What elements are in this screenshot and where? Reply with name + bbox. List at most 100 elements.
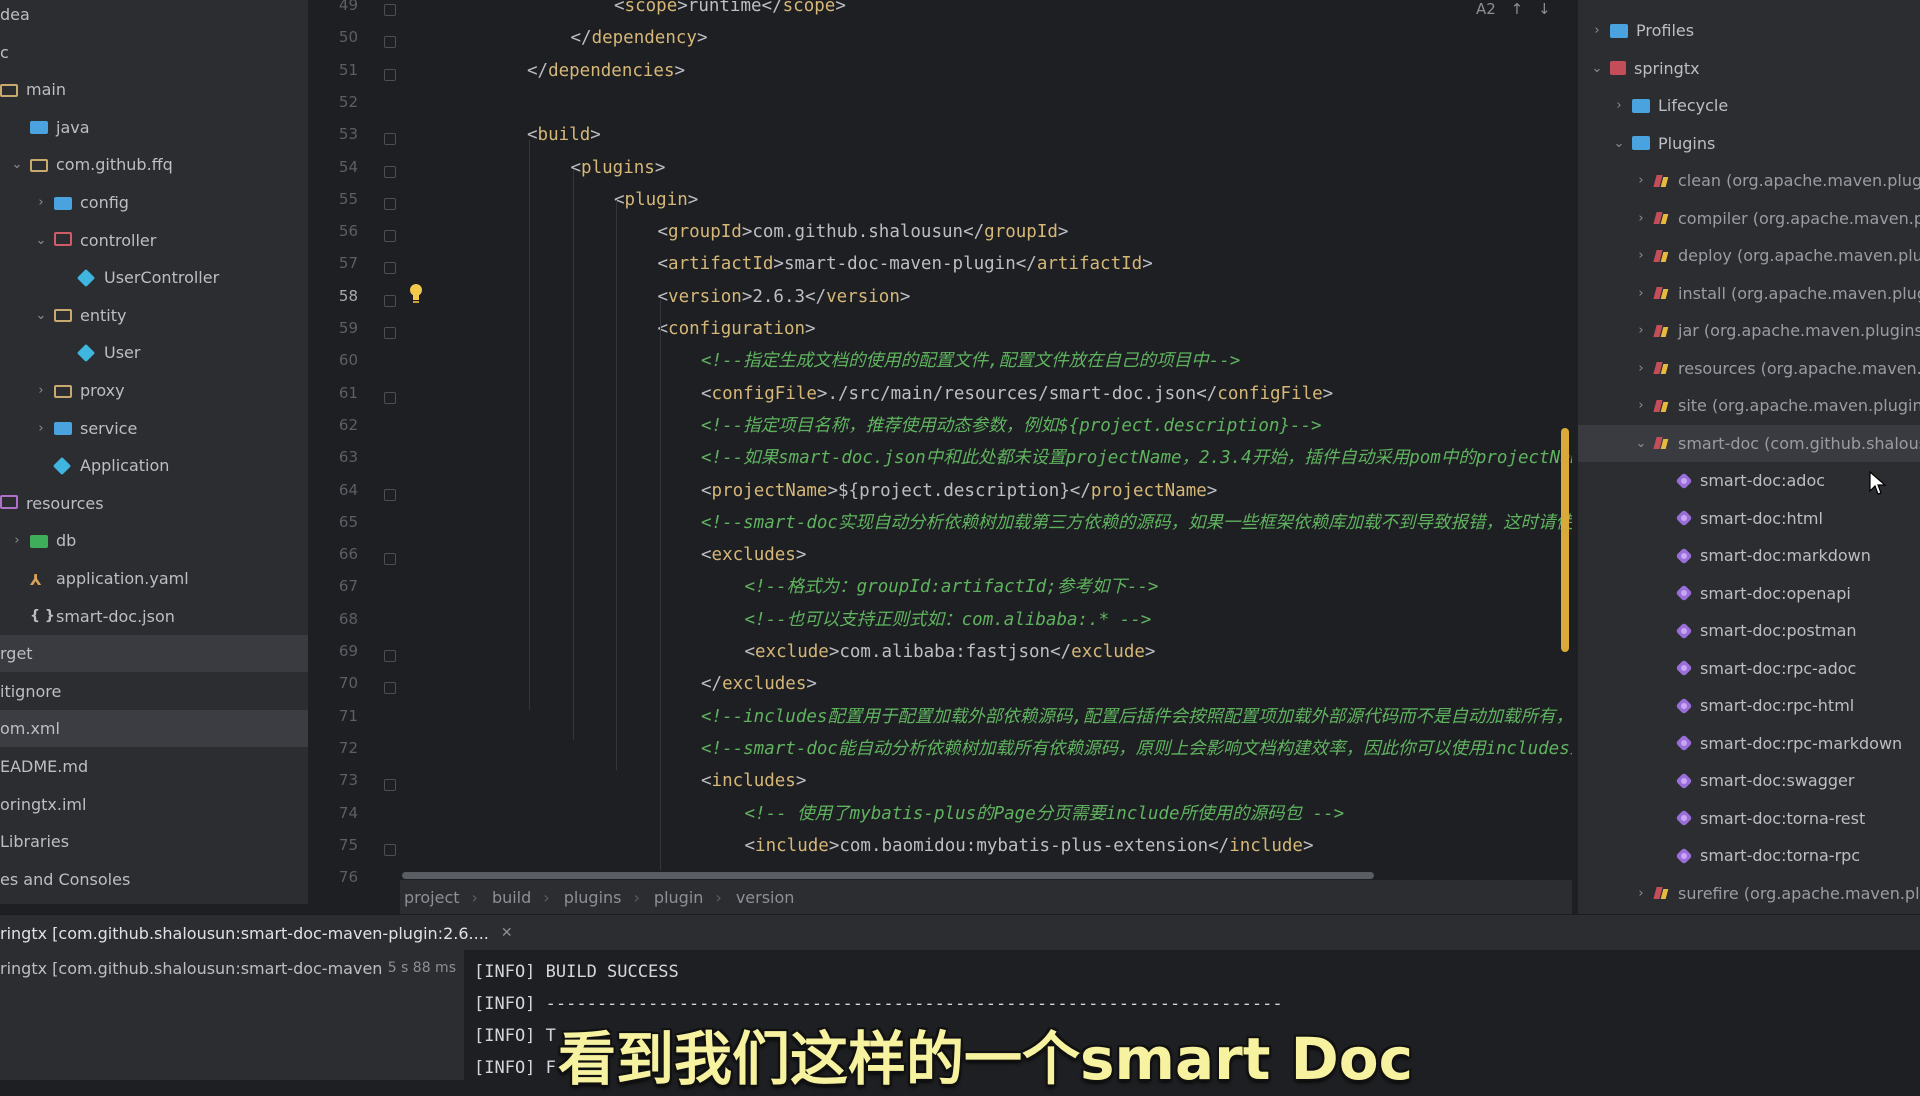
maven-tree-item[interactable]: smart-doc:markdown	[1578, 537, 1920, 574]
maven-tree-item[interactable]: smart-doc:html	[1578, 500, 1920, 537]
project-tree-item[interactable]: es and Consoles	[0, 861, 308, 898]
maven-tree-item[interactable]: smart-doc:rpc-html	[1578, 687, 1920, 724]
chevron-right-icon[interactable]: ›	[1634, 886, 1648, 901]
maven-tree-item[interactable]: › Profiles	[1578, 12, 1920, 49]
fold-marker-icon[interactable]	[384, 650, 396, 662]
maven-tree-item[interactable]: › deploy (org.apache.maven.plugins	[1578, 237, 1920, 274]
chevron-down-icon[interactable]: ⌄	[34, 233, 48, 248]
run-tab[interactable]: ringtx [com.github.shalousun:smart-doc-m…	[0, 915, 521, 953]
chevron-right-icon[interactable]: ›	[1590, 23, 1604, 38]
project-tree-item[interactable]: › proxy	[0, 372, 308, 409]
fold-marker-icon[interactable]	[384, 779, 396, 792]
project-tree-item[interactable]: Libraries	[0, 823, 308, 860]
breadcrumb-item[interactable]: plugins	[560, 888, 634, 907]
editor-vertical-scrollbar[interactable]	[1561, 428, 1569, 652]
chevron-down-icon[interactable]: ⌄	[1590, 61, 1604, 76]
fold-marker-icon[interactable]	[384, 294, 396, 307]
maven-tree-item[interactable]: smart-doc:openapi	[1578, 575, 1920, 612]
maven-tree-item[interactable]: smart-doc:rpc-markdown	[1578, 725, 1920, 762]
fold-marker-icon[interactable]	[384, 553, 396, 566]
chevron-right-icon[interactable]: ›	[1612, 98, 1626, 113]
project-tree-item[interactable]: java	[0, 109, 308, 146]
fold-marker-icon[interactable]	[384, 36, 396, 49]
chevron-right-icon[interactable]: ›	[1634, 173, 1648, 188]
chevron-right-icon[interactable]: ›	[1634, 323, 1648, 338]
project-tree-item[interactable]: EADME.md	[0, 748, 308, 785]
maven-tree-item[interactable]: › jar (org.apache.maven.plugins:mav	[1578, 312, 1920, 349]
project-tree-item[interactable]: User	[0, 334, 308, 371]
next-highlight-icon[interactable]: ↓	[1538, 0, 1551, 18]
project-tree-item[interactable]: itignore	[0, 673, 308, 710]
project-tree-item[interactable]: dea	[0, 0, 308, 33]
fold-marker-icon[interactable]	[384, 4, 396, 16]
project-tree-item[interactable]: { } smart-doc.json	[0, 598, 308, 635]
project-tree-item[interactable]: UserController	[0, 259, 308, 296]
chevron-right-icon[interactable]: ›	[1634, 248, 1648, 263]
project-tree-item[interactable]: › db	[0, 522, 308, 559]
fold-marker-icon[interactable]	[384, 68, 396, 81]
chevron-right-icon[interactable]: ›	[1634, 398, 1648, 413]
project-tree-item[interactable]: ⌄ com.github.ffq	[0, 146, 308, 183]
fold-marker-icon[interactable]	[384, 165, 396, 178]
breadcrumb-item[interactable]: plugin	[650, 888, 715, 907]
fold-marker-icon[interactable]	[384, 843, 396, 856]
fold-marker-icon[interactable]	[384, 262, 396, 275]
close-icon[interactable]: ✕	[501, 925, 513, 941]
maven-tree-item[interactable]: › site (org.apache.maven.plugins:m	[1578, 387, 1920, 424]
project-tree-item[interactable]: ⌄ controller	[0, 222, 308, 259]
maven-tree-item[interactable]: smart-doc:rpc-adoc	[1578, 650, 1920, 687]
chevron-down-icon[interactable]: ⌄	[34, 308, 48, 323]
project-tree-item[interactable]: Application	[0, 447, 308, 484]
fold-marker-icon[interactable]	[384, 391, 396, 404]
chevron-down-icon[interactable]: ⌄	[1612, 136, 1626, 151]
project-tree-item[interactable]: om.xml	[0, 710, 308, 748]
editor-horizontal-scrollbar[interactable]	[402, 872, 1374, 879]
project-tree-item[interactable]: › service	[0, 410, 308, 447]
maven-tree-item[interactable]: smart-doc:torna-rpc	[1578, 837, 1920, 874]
lightbulb-icon[interactable]	[408, 282, 424, 304]
chevron-right-icon[interactable]: ›	[1634, 286, 1648, 301]
fold-marker-icon[interactable]	[384, 197, 396, 210]
maven-tree-item[interactable]: ⌄ smart-doc (com.github.shalousun:	[1578, 424, 1920, 462]
maven-tree-item[interactable]: › clean (org.apache.maven.plugins:	[1578, 162, 1920, 199]
project-tree-item[interactable]: oringtx.iml	[0, 786, 308, 823]
project-tree-item[interactable]: resources	[0, 485, 308, 522]
project-tree-item[interactable]: ⌄ entity	[0, 297, 308, 334]
project-tree-item[interactable]: c	[0, 34, 308, 71]
chevron-right-icon[interactable]: ›	[1634, 211, 1648, 226]
fold-marker-icon[interactable]	[384, 488, 396, 501]
project-tree-item[interactable]: › config	[0, 184, 308, 221]
maven-tree-item[interactable]: › compiler (org.apache.maven.plugins	[1578, 200, 1920, 237]
maven-tree-label: smart-doc:rpc-html	[1700, 696, 1855, 715]
previous-highlight-icon[interactable]: ↑	[1511, 0, 1524, 18]
fold-marker-icon[interactable]	[384, 230, 396, 243]
maven-tree-item[interactable]: smart-doc:torna-rest	[1578, 800, 1920, 837]
maven-tree-item[interactable]: ⌄ Plugins	[1578, 125, 1920, 162]
code-editor[interactable]: <scope>runtime</scope> </dependency> </dep…	[400, 0, 1572, 880]
maven-tree-item[interactable]: › resources (org.apache.maven.plug	[1578, 350, 1920, 387]
chevron-right-icon[interactable]: ›	[34, 383, 48, 398]
breadcrumb-item[interactable]: project	[400, 888, 472, 907]
maven-tree-item[interactable]: smart-doc:swagger	[1578, 762, 1920, 799]
project-tree-item[interactable]: main	[0, 71, 308, 108]
fold-marker-icon[interactable]	[384, 327, 396, 339]
maven-tree-item[interactable]: › surefire (org.apache.maven.plug	[1578, 875, 1920, 912]
fold-marker-icon[interactable]	[384, 682, 396, 695]
run-tree-item[interactable]: ringtx [com.github.shalousun:smart-doc-m…	[0, 950, 464, 986]
chevron-down-icon[interactable]: ⌄	[10, 157, 24, 172]
chevron-right-icon[interactable]: ›	[1634, 361, 1648, 376]
maven-tree-item[interactable]: › install (org.apache.maven.plugins:	[1578, 275, 1920, 312]
maven-tree-item[interactable]: smart-doc:postman	[1578, 612, 1920, 649]
project-tree-item[interactable]: rget	[0, 635, 308, 673]
chevron-right-icon[interactable]: ›	[34, 421, 48, 436]
breadcrumb-item[interactable]: build	[488, 888, 543, 907]
project-tree-item[interactable]: ⅄ application.yaml	[0, 560, 308, 597]
chevron-right-icon[interactable]: ›	[10, 533, 24, 548]
chevron-right-icon[interactable]: ›	[34, 195, 48, 210]
chevron-down-icon[interactable]: ⌄	[1634, 436, 1648, 451]
maven-tree-item[interactable]: › Lifecycle	[1578, 87, 1920, 124]
breadcrumb-item[interactable]: version	[732, 888, 807, 907]
fold-marker-icon[interactable]	[384, 133, 396, 146]
inspection-widget[interactable]: A2 ↑ ↓	[1476, 0, 1551, 18]
maven-tree-item[interactable]: ⌄ springtx	[1578, 50, 1920, 87]
